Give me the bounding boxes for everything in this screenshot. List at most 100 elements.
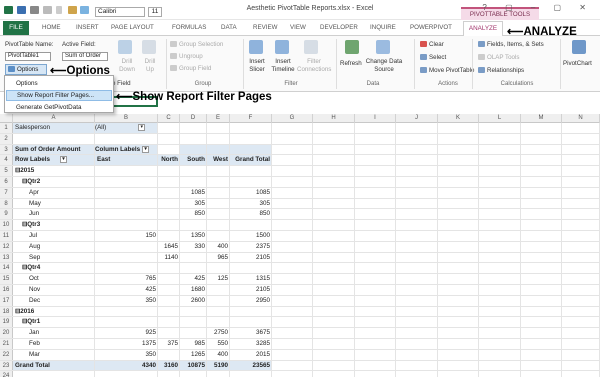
- save-icon[interactable]: [17, 6, 26, 14]
- filter-connections-icon[interactable]: [304, 40, 318, 54]
- olap-tools-button[interactable]: OLAP Tools: [478, 54, 519, 61]
- insert-slicer-icon[interactable]: [249, 40, 263, 54]
- row-header[interactable]: 20: [0, 328, 13, 338]
- select-button[interactable]: Select: [420, 54, 446, 61]
- refresh-icon[interactable]: [345, 40, 359, 54]
- value-cell[interactable]: 1680: [180, 285, 207, 295]
- insert-slicer-button[interactable]: Insert Slicer: [246, 58, 268, 74]
- row-header[interactable]: 8: [0, 198, 13, 209]
- row-header[interactable]: 5: [0, 166, 13, 176]
- grand-total-value[interactable]: 10875: [180, 360, 207, 371]
- row-header[interactable]: 15: [0, 274, 13, 284]
- row-label[interactable]: ⊟2015: [13, 166, 95, 176]
- drill-up-button[interactable]: Drill Up: [140, 58, 160, 74]
- row-label[interactable]: ⊟Qtr2: [13, 177, 95, 187]
- menu-item-options[interactable]: Options: [6, 78, 112, 89]
- worksheet-grid[interactable]: ABCDEFGHIJKLMNO 1Salesperson(All)▾23Sum …: [0, 114, 600, 377]
- row-label[interactable]: Feb: [13, 339, 95, 349]
- value-cell[interactable]: 2015: [230, 350, 272, 360]
- row-header[interactable]: 21: [0, 339, 13, 349]
- refresh-button[interactable]: Refresh: [340, 60, 362, 67]
- column-header-m[interactable]: M: [521, 114, 562, 123]
- value-cell[interactable]: 2105: [230, 253, 272, 263]
- tab-developer[interactable]: DEVELOPER: [320, 24, 358, 31]
- move-pivottable-button[interactable]: Move PivotTable: [420, 67, 474, 74]
- value-cell[interactable]: 3285: [230, 339, 272, 349]
- pivottable-name-input[interactable]: PivotTable1: [5, 52, 51, 61]
- column-header-k[interactable]: K: [438, 114, 479, 123]
- select-all-corner[interactable]: [0, 114, 13, 123]
- column-header-d[interactable]: D: [180, 114, 207, 123]
- window-controls[interactable]: ? ▢ – ▢ ✕: [482, 3, 594, 12]
- drill-down-button[interactable]: Drill Down: [116, 58, 138, 74]
- filter-field-label[interactable]: Salesperson: [13, 123, 95, 133]
- font-name-select[interactable]: Calibri: [95, 7, 145, 17]
- value-cell[interactable]: 425: [95, 285, 158, 295]
- drill-down-icon[interactable]: [118, 40, 132, 54]
- row-header[interactable]: 4: [0, 155, 13, 166]
- row-labels-dropdown-icon[interactable]: ▾: [60, 156, 67, 164]
- group-selection-button[interactable]: Group Selection: [170, 41, 223, 48]
- row-header[interactable]: 17: [0, 295, 13, 306]
- row-header[interactable]: 22: [0, 349, 13, 360]
- row-header[interactable]: 16: [0, 285, 13, 295]
- value-cell[interactable]: 150: [95, 231, 158, 241]
- tab-review[interactable]: REVIEW: [253, 24, 277, 31]
- row-label[interactable]: ⊟Qtr1: [13, 317, 95, 327]
- grand-total-value[interactable]: 5190: [207, 360, 230, 371]
- row-header[interactable]: 18: [0, 306, 13, 317]
- row-header[interactable]: 2: [0, 133, 13, 144]
- value-cell[interactable]: 965: [207, 253, 230, 263]
- group-field-button[interactable]: Group Field: [170, 65, 211, 72]
- row-header[interactable]: 1: [0, 123, 13, 133]
- header-fill[interactable]: [207, 144, 230, 155]
- undo-icon[interactable]: [30, 6, 39, 14]
- pivotchart-icon[interactable]: [572, 40, 586, 54]
- row-header[interactable]: 19: [0, 317, 13, 328]
- value-cell[interactable]: 3675: [230, 328, 272, 338]
- value-cell[interactable]: 2600: [180, 296, 207, 306]
- row-header[interactable]: 3: [0, 144, 13, 155]
- active-field-input[interactable]: Sum of Order Am: [62, 52, 108, 61]
- row-label[interactable]: May: [13, 199, 95, 209]
- header-fill[interactable]: [180, 144, 207, 155]
- value-cell[interactable]: 400: [207, 350, 230, 360]
- column-header-g[interactable]: G: [272, 114, 313, 123]
- value-cell[interactable]: 1140: [158, 253, 180, 263]
- grand-total-value[interactable]: 3160: [158, 360, 180, 371]
- menu-item-generate-getpivotdata[interactable]: Generate GetPivotData: [6, 102, 112, 113]
- value-cell[interactable]: 850: [230, 209, 272, 219]
- tab-view[interactable]: VIEW: [290, 24, 306, 31]
- font-size-select[interactable]: 11: [148, 7, 162, 17]
- value-cell[interactable]: 850: [180, 209, 207, 219]
- value-cell[interactable]: 2950: [230, 296, 272, 306]
- value-cell[interactable]: 2375: [230, 242, 272, 252]
- qat-extra-icon[interactable]: [68, 6, 77, 14]
- tab-data[interactable]: DATA: [221, 24, 237, 31]
- column-header-h[interactable]: H: [313, 114, 355, 123]
- filter-value-cell[interactable]: (All) ▾: [95, 123, 158, 133]
- value-cell[interactable]: 765: [95, 274, 158, 284]
- row-header[interactable]: 9: [0, 209, 13, 220]
- row-label[interactable]: Nov: [13, 285, 95, 295]
- column-header-a[interactable]: A: [13, 114, 95, 123]
- filter-connections-button[interactable]: Filter Connections: [297, 58, 331, 74]
- insert-timeline-icon[interactable]: [275, 40, 289, 54]
- value-cell[interactable]: 1085: [230, 188, 272, 198]
- column-header-i[interactable]: I: [355, 114, 396, 123]
- row-label[interactable]: Oct: [13, 274, 95, 284]
- tab-home[interactable]: HOME: [42, 24, 61, 31]
- value-cell[interactable]: 375: [158, 339, 180, 349]
- value-cell[interactable]: 305: [230, 199, 272, 209]
- header-fill[interactable]: [230, 144, 272, 155]
- qat-extra2-icon[interactable]: [80, 6, 89, 14]
- value-cell[interactable]: 1350: [180, 231, 207, 241]
- change-data-source-button[interactable]: Change Data Source: [364, 58, 404, 74]
- value-cell[interactable]: 125: [207, 274, 230, 284]
- column-header-c[interactable]: C: [158, 114, 180, 123]
- row-label[interactable]: Mar: [13, 350, 95, 360]
- row-label[interactable]: Jul: [13, 231, 95, 241]
- column-header-l[interactable]: L: [479, 114, 521, 123]
- region-header-south[interactable]: South: [180, 155, 207, 166]
- filter-dropdown-icon[interactable]: ▾: [138, 124, 146, 131]
